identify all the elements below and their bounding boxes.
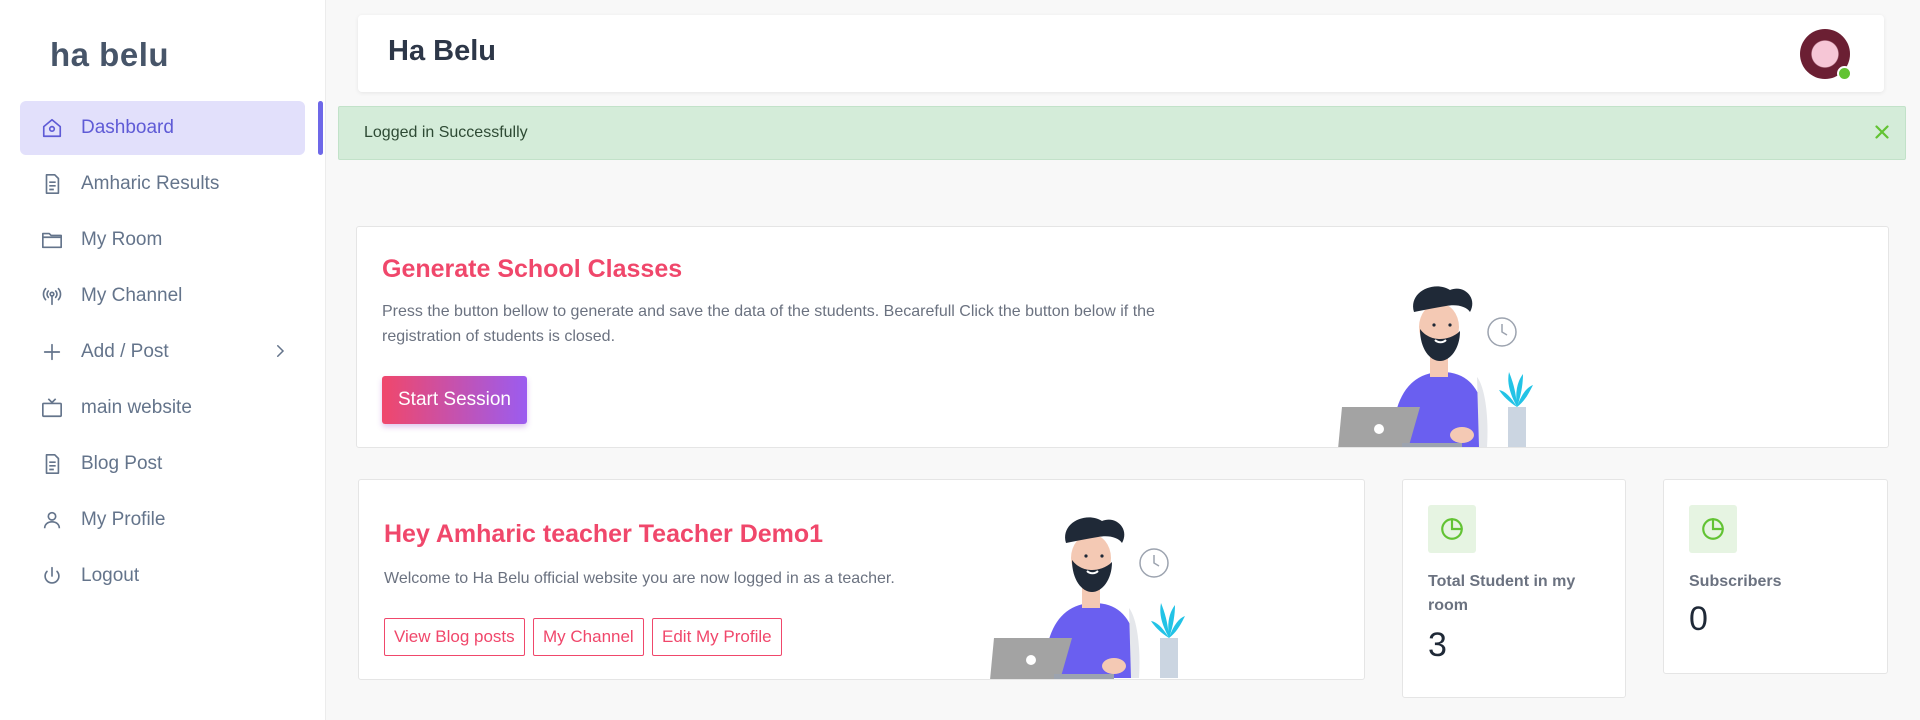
sidebar-item-label: Add / Post: [81, 341, 169, 362]
pie-chart-icon: [1689, 505, 1737, 553]
sidebar-item-dashboard[interactable]: Dashboard: [20, 101, 305, 155]
card-title: Hey Amharic teacher Teacher Demo1: [384, 520, 824, 548]
edit-my-profile-button[interactable]: Edit My Profile: [652, 618, 782, 656]
sidebar-item-label: Dashboard: [81, 117, 174, 138]
user-icon: [41, 509, 63, 531]
pie-chart-icon: [1428, 505, 1476, 553]
top-header: Ha Belu: [358, 15, 1884, 92]
document-icon: [41, 453, 63, 475]
sidebar-item-label: Logout: [81, 565, 140, 586]
plus-icon: [41, 341, 63, 363]
chevron-right-icon: [277, 345, 285, 357]
sidebar-item-amharic-results[interactable]: Amharic Results: [20, 157, 305, 211]
brand-logo[interactable]: ha belu: [50, 36, 169, 74]
card-description: Welcome to Ha Belu official website you …: [384, 570, 895, 587]
stat-label: Subscribers: [1689, 573, 1782, 590]
sidebar-item-label: Blog Post: [81, 453, 163, 474]
page-title: Ha Belu: [388, 35, 496, 67]
welcome-card: Hey Amharic teacher Teacher Demo1 Welcom…: [358, 479, 1365, 680]
stat-label: Total Student in my room: [1428, 573, 1576, 614]
folder-icon: [41, 229, 63, 251]
stat-value: 0: [1689, 600, 1708, 638]
online-status-dot: [1837, 66, 1852, 81]
start-session-button[interactable]: Start Session: [382, 376, 527, 424]
sidebar-item-my-room[interactable]: My Room: [20, 213, 305, 267]
sidebar-item-label: main website: [81, 397, 192, 418]
sidebar-item-logout[interactable]: Logout: [20, 549, 305, 603]
card-title: Generate School Classes: [382, 255, 683, 283]
my-channel-button[interactable]: My Channel: [533, 618, 644, 656]
sidebar-item-my-channel[interactable]: My Channel: [20, 269, 305, 323]
stat-card-subscribers: Subscribers 0: [1663, 479, 1888, 674]
sidebar-item-my-profile[interactable]: My Profile: [20, 493, 305, 547]
home-icon: [41, 117, 63, 139]
sidebar: ha belu Dashboard Amharic Results My Roo…: [0, 0, 326, 720]
active-indicator: [318, 101, 323, 155]
power-icon: [41, 565, 63, 587]
sidebar-item-label: My Room: [81, 229, 163, 250]
sidebar-item-label: Amharic Results: [81, 173, 220, 194]
teacher-illustration: [1338, 286, 1533, 447]
card-description: Press the button bellow to generate and …: [382, 303, 1155, 345]
document-icon: [41, 173, 63, 195]
sidebar-item-main-website[interactable]: main website: [20, 381, 305, 435]
tv-icon: [41, 397, 63, 419]
success-alert: Logged in Successfully: [338, 106, 1906, 160]
stat-card-total-students: Total Student in my room 3: [1402, 479, 1626, 698]
alert-message: Logged in Successfully: [364, 124, 528, 141]
broadcast-icon: [41, 285, 63, 307]
stat-value: 3: [1428, 626, 1447, 664]
sidebar-item-add-post[interactable]: Add / Post: [20, 325, 305, 379]
view-blog-posts-button[interactable]: View Blog posts: [384, 618, 525, 656]
sidebar-item-label: My Channel: [81, 285, 183, 306]
sidebar-item-label: My Profile: [81, 509, 166, 530]
sidebar-item-blog-post[interactable]: Blog Post: [20, 437, 305, 491]
sidebar-nav: Dashboard Amharic Results My Room My Cha…: [20, 101, 305, 605]
teacher-illustration: [990, 517, 1185, 679]
generate-classes-card: Generate School Classes Press the button…: [356, 226, 1889, 448]
avatar[interactable]: [1800, 29, 1852, 81]
close-icon[interactable]: [1871, 121, 1893, 143]
